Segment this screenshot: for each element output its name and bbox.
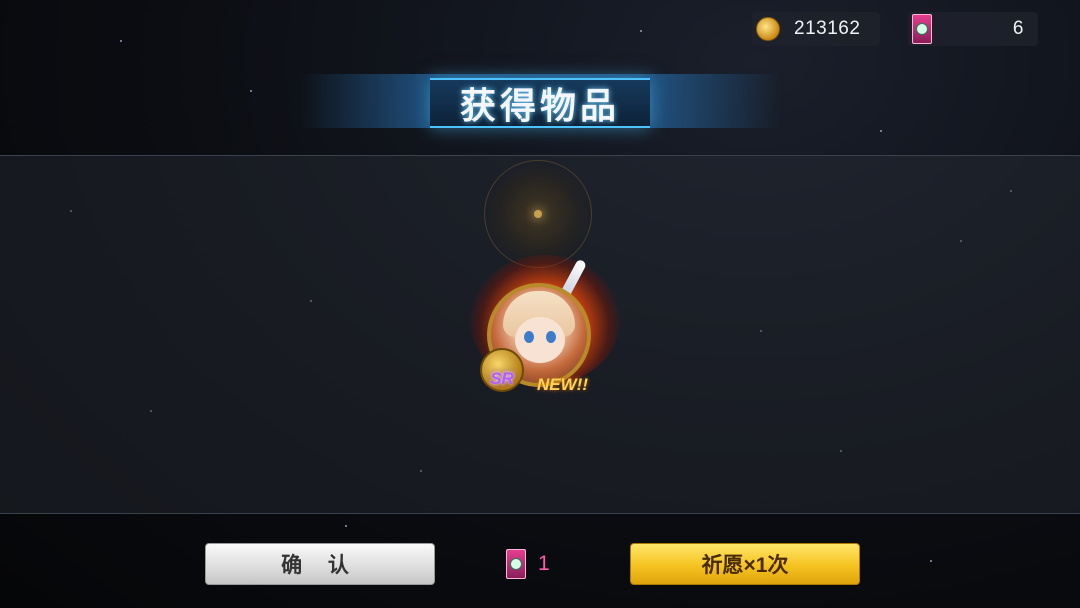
summon-orb: [484, 160, 592, 268]
wish-ticket-icon: [912, 14, 932, 44]
wish-cost-value: 1: [538, 552, 550, 575]
coin-icon: [756, 17, 780, 41]
coin-amount: 213162: [794, 18, 861, 39]
ticket-amount: 6: [1012, 18, 1024, 39]
wish-once-button[interactable]: 祈愿×1次: [630, 543, 860, 585]
new-tag: NEW!!: [537, 375, 588, 394]
wish-cost: 1: [506, 549, 550, 579]
rarity-badge: SR: [480, 348, 524, 392]
confirm-button[interactable]: 确 认: [205, 543, 435, 585]
wish-ticket-icon: [506, 549, 526, 579]
rarity-label: SR: [490, 369, 514, 388]
ticket-counter: 6: [908, 12, 1038, 46]
coin-counter: 213162: [752, 12, 880, 46]
title-banner: 获得物品: [430, 78, 650, 128]
page-title: 获得物品: [459, 85, 620, 126]
